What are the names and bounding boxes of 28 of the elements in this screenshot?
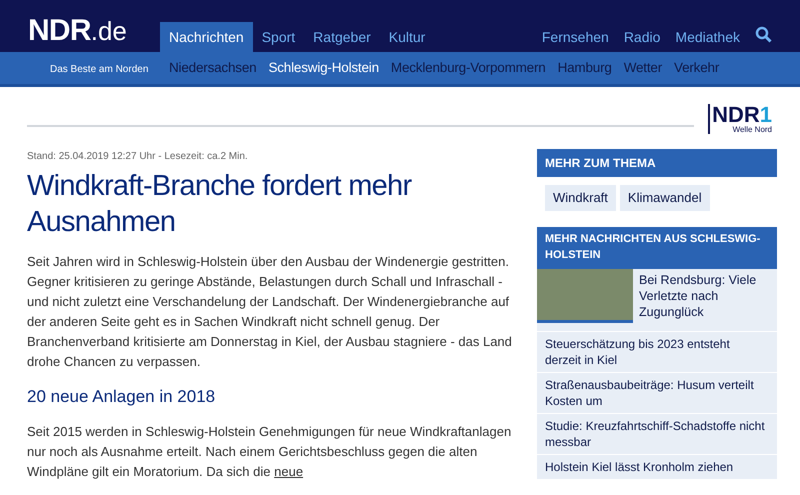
nav-link[interactable]: Mediathek [675, 26, 740, 48]
teaser-headline: Bei Rendsburg: Viele Verletzte nach Zugunglück [639, 272, 758, 321]
article-title: Windkraft-Branche fordert mehr Ausnahmen [27, 169, 413, 240]
site-logo[interactable]: NDR.de [28, 8, 160, 53]
nav-tab[interactable]: Nachrichten [160, 22, 253, 52]
nav-tab[interactable]: Sport [252, 22, 304, 52]
nav-link[interactable]: Radio [624, 26, 660, 48]
news-link[interactable]: Studie: Kreuzfahrtschiff-Schadstoffe nicht messbar [537, 414, 777, 454]
station-logo: NDR1 Welle Nord [708, 104, 772, 134]
nav-tab[interactable]: Ratgeber [304, 22, 380, 52]
teaser-card[interactable]: Bei Rendsburg: Viele Verletzte nach Zugunglück [537, 268, 777, 332]
news-link[interactable]: Steuerschätzung bis 2023 entsteht derzeit in Kiel [537, 332, 777, 372]
section-heading: 20 neue Anlagen in 2018 [27, 386, 216, 408]
news-link[interactable]: Holstein Kiel lässt Kronholm ziehen [537, 454, 777, 480]
article-paragraph: Seit Jahren wird in Schleswig-Holstein über den Ausbau der Windenergie gestritten. Gegner kritisieren zu geringe Abstände, Belastungen durch Schall und Infraschall - und nicht zuletzt eine Verschandelung der Landschaft. Der Windenergiebranche auf der anderen Seite geht es in Sachen Windkraft nicht schnell genug. Der Branchenverband kritisierte am Donnerstag in Kiel, der Ausbau stagniere - das Land drohe Chancen zu verpassen. [27, 253, 513, 371]
nav-tab[interactable]: Kultur [380, 22, 434, 52]
article-paragraph: Seit 2015 werden in Schleswig-Holstein Genehmigungen für neue Windkraftanlagen nur noch als Ausnahme erteilt. Nach einem Gerichtsbeschluss gegen die alten Windpläne gilt ein Moratorium. Da sich die neue [27, 422, 512, 481]
topic-tag[interactable]: Windkraft [545, 185, 616, 210]
search-icon[interactable] [755, 26, 772, 42]
section-header: MEHR NACHRICHTEN AUS SCHLESWIG-HOLSTEIN [537, 226, 777, 266]
nav-link[interactable]: Fernsehen [542, 26, 609, 48]
article-meta: Stand: 25.04.2019 12:27 Uhr - Lesezeit: ca.2 Min. [27, 150, 249, 164]
site-tagline: Das Beste am Norden [50, 64, 148, 75]
article-link[interactable]: neue [274, 464, 304, 478]
news-link[interactable]: Straßenausbaubeiträge: Husum verteilt Kosten um [537, 372, 777, 414]
topic-tag[interactable]: Klimawandel [620, 185, 710, 210]
subnav-link[interactable]: Schleswig-Holstein [268, 58, 379, 78]
section-header: MEHR ZUM THEMA [537, 149, 777, 177]
